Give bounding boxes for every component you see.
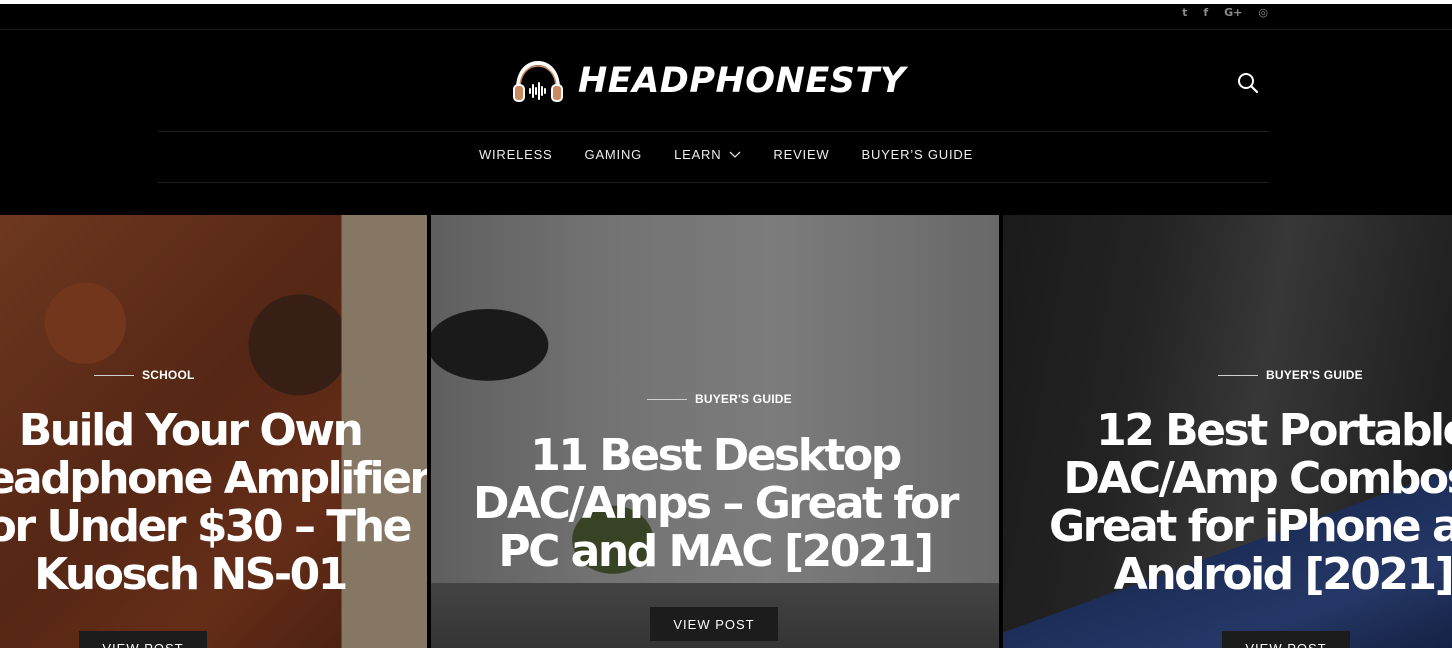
- twitter-icon[interactable]: t: [1182, 6, 1187, 19]
- facebook-icon[interactable]: f: [1203, 6, 1208, 19]
- nav-item-review[interactable]: REVIEW: [773, 147, 829, 162]
- chevron-down-icon: [729, 151, 741, 158]
- site-logo[interactable]: HEADPHONESTY: [512, 59, 906, 103]
- slide-card[interactable]: BUYER'S GUIDE 12 Best Portable DAC/Amp C…: [1003, 215, 1452, 648]
- nav-item-buyers-guide[interactable]: BUYER’S GUIDE: [862, 147, 974, 162]
- search-icon: [1238, 73, 1259, 94]
- slide-card[interactable]: BUYER'S GUIDE 11 Best Desktop DAC/Amps –…: [431, 215, 999, 648]
- view-post-button[interactable]: VIEW POST: [79, 631, 207, 648]
- site-name: HEADPHONESTY: [578, 61, 906, 101]
- search-button[interactable]: [1236, 71, 1260, 95]
- google-plus-icon[interactable]: G+: [1224, 6, 1242, 19]
- slide-category[interactable]: SCHOOL: [94, 368, 195, 382]
- nav-bottom-divider: [158, 182, 1269, 183]
- slide-title[interactable]: 11 Best Desktop DAC/Amps – Great for PC …: [431, 432, 999, 576]
- slide-title[interactable]: 12 Best Portable DAC/Amp Combos – Great …: [1033, 407, 1452, 599]
- slide-card[interactable]: SCHOOL Build Your Own Headphone Amplifie…: [0, 215, 427, 648]
- view-post-button[interactable]: VIEW POST: [650, 607, 778, 641]
- nav-item-learn[interactable]: LEARN: [674, 147, 741, 162]
- social-links: t f G+ ◎: [1182, 6, 1268, 19]
- view-post-button[interactable]: VIEW POST: [1222, 631, 1350, 648]
- nav-item-wireless[interactable]: WIRELESS: [479, 147, 553, 162]
- site-header: HEADPHONESTY WIRELESS GAMING LEARN REVIE…: [0, 31, 1452, 215]
- headphones-logo-icon: [513, 60, 563, 102]
- instagram-icon[interactable]: ◎: [1258, 6, 1268, 19]
- nav-top-divider: [158, 131, 1269, 132]
- top-bar: t f G+ ◎: [0, 4, 1452, 30]
- slide-title[interactable]: Build Your Own Headphone Amplifier for U…: [0, 407, 427, 599]
- slide-category[interactable]: BUYER'S GUIDE: [647, 392, 792, 406]
- nav-item-gaming[interactable]: GAMING: [585, 147, 643, 162]
- featured-slider: SCHOOL Build Your Own Headphone Amplifie…: [0, 215, 1452, 648]
- slide-category[interactable]: BUYER'S GUIDE: [1218, 368, 1363, 382]
- main-nav: WIRELESS GAMING LEARN REVIEW BUYER’S GUI…: [0, 147, 1452, 162]
